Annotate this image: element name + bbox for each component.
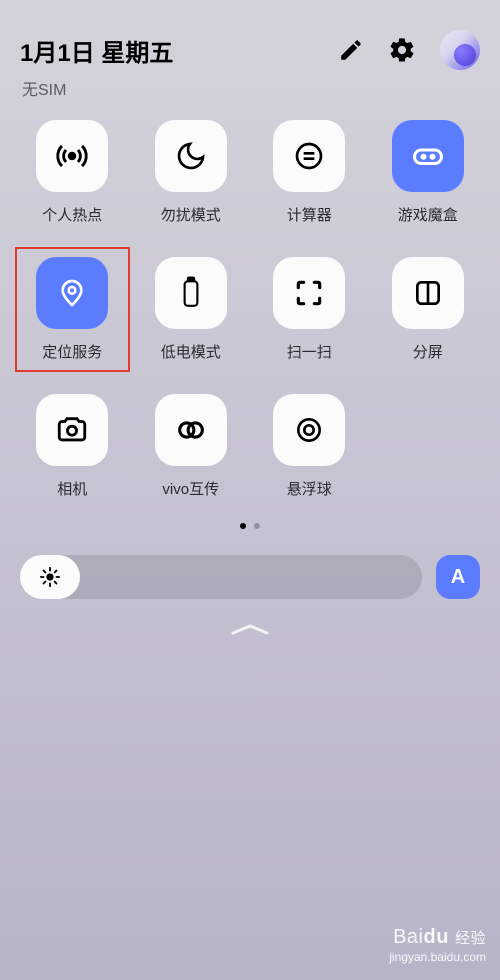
gamepad-icon xyxy=(410,138,446,174)
tile-floatball[interactable]: 悬浮球 xyxy=(257,394,362,499)
link-icon xyxy=(174,413,208,447)
brightness-slider-thumb xyxy=(20,555,80,599)
header-actions xyxy=(338,30,480,70)
tile-hotspot[interactable]: 个人热点 xyxy=(20,120,125,225)
split-screen-icon xyxy=(412,277,444,309)
brightness-slider[interactable] xyxy=(20,555,422,599)
tile-label: 扫一扫 xyxy=(287,341,332,362)
brightness-row: A xyxy=(20,555,480,599)
tile-label: 游戏魔盒 xyxy=(398,204,458,225)
watermark-logo-b: du xyxy=(423,926,448,948)
watermark-url: jingyan.baidu.com xyxy=(389,950,486,966)
pager-dot-2 xyxy=(254,523,260,529)
quick-settings-grid: 个人热点 勿扰模式 计算器 游戏魔盒 定位服务 低电模式 xyxy=(0,120,500,499)
tile-calculator[interactable]: 计算器 xyxy=(257,120,362,225)
watermark-logo-a: Bai xyxy=(393,926,423,948)
tile-label: 计算器 xyxy=(287,204,332,225)
settings-icon[interactable] xyxy=(388,36,416,64)
tile-label: 勿扰模式 xyxy=(161,204,221,225)
battery-icon xyxy=(178,276,204,310)
tile-location[interactable]: 定位服务 xyxy=(20,257,125,362)
auto-brightness-button[interactable]: A xyxy=(436,555,480,599)
tile-lowbattery[interactable]: 低电模式 xyxy=(139,257,244,362)
edit-icon[interactable] xyxy=(338,37,364,63)
tile-label: 分屏 xyxy=(413,341,443,362)
brightness-icon xyxy=(39,566,61,588)
hotspot-icon xyxy=(55,139,89,173)
tile-splitscreen[interactable]: 分屏 xyxy=(376,257,481,362)
header-date: 1月1日 星期五 xyxy=(20,33,173,68)
tile-label: 个人热点 xyxy=(42,204,102,225)
location-pin-icon xyxy=(56,277,88,309)
calculator-icon xyxy=(293,140,325,172)
page-indicator xyxy=(0,523,500,529)
watermark-suffix: 经验 xyxy=(455,930,486,947)
tile-label: 低电模式 xyxy=(161,341,221,362)
collapse-handle[interactable] xyxy=(0,621,500,637)
tile-camera[interactable]: 相机 xyxy=(20,394,125,499)
tile-vivoshare[interactable]: vivo互传 xyxy=(139,394,244,499)
tile-label: 定位服务 xyxy=(42,341,102,362)
moon-icon xyxy=(175,140,207,172)
camera-icon xyxy=(55,413,89,447)
tile-dnd[interactable]: 勿扰模式 xyxy=(139,120,244,225)
profile-avatar[interactable] xyxy=(440,30,480,70)
tile-label: vivo互传 xyxy=(162,478,219,499)
target-icon xyxy=(293,414,325,446)
tile-gamebox[interactable]: 游戏魔盒 xyxy=(376,120,481,225)
sim-status: 无SIM xyxy=(0,70,500,100)
scan-icon xyxy=(293,277,325,309)
tile-label: 悬浮球 xyxy=(287,478,332,499)
tile-label: 相机 xyxy=(57,478,87,499)
watermark: Baidu 经验 jingyan.baidu.com xyxy=(389,924,486,966)
tile-scan[interactable]: 扫一扫 xyxy=(257,257,362,362)
pager-dot-1 xyxy=(240,523,246,529)
